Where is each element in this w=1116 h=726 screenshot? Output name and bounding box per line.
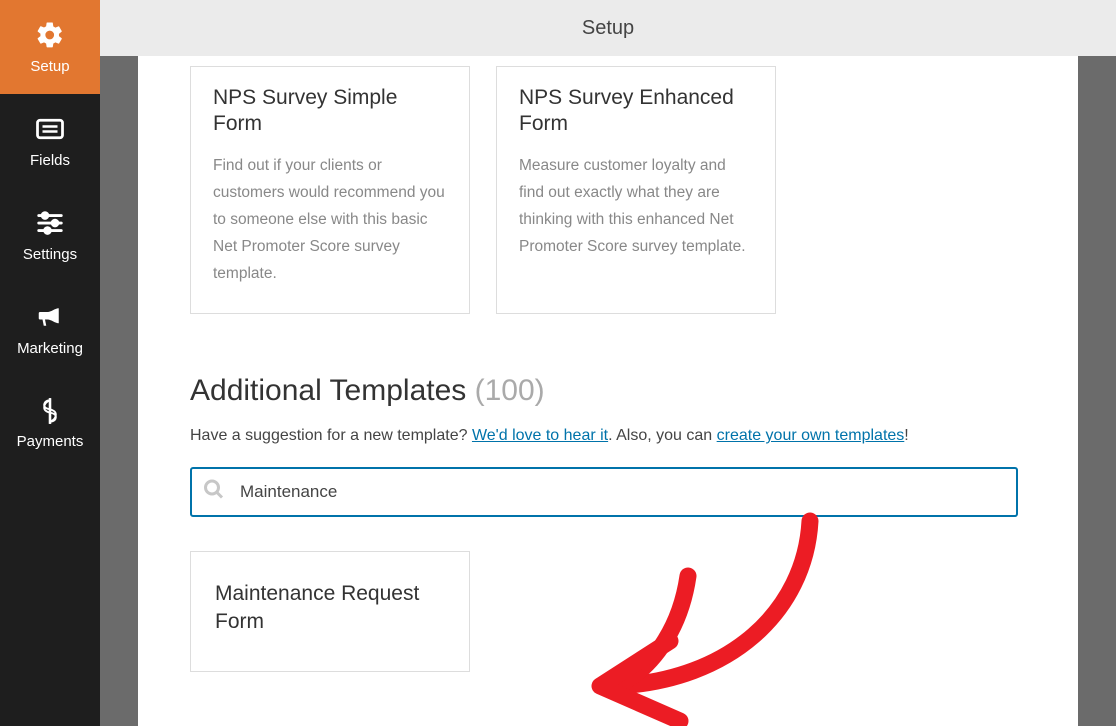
suggestion-text: Have a suggestion for a new template? We… (190, 422, 1018, 449)
sidebar-item-label: Marketing (17, 340, 83, 357)
list-icon (35, 114, 65, 144)
template-card-nps-enhanced[interactable]: NPS Survey Enhanced Form Measure custome… (496, 66, 776, 314)
suggestion-pre: Have a suggestion for a new template? (190, 427, 472, 444)
page-title: Setup (582, 17, 634, 40)
sidebar-item-settings[interactable]: Settings (0, 188, 100, 282)
template-title: NPS Survey Simple Form (213, 85, 447, 138)
template-desc: Find out if your clients or customers wo… (213, 152, 447, 288)
gear-icon (35, 20, 65, 50)
templates-count: (100) (475, 374, 545, 407)
main: Setup NPS Survey Simple Form Find out if… (100, 0, 1116, 726)
content-background: NPS Survey Simple Form Find out if your … (100, 56, 1116, 726)
sidebar-item-label: Setup (30, 58, 69, 75)
sidebar-item-setup[interactable]: Setup (0, 0, 100, 94)
suggestion-mid: . Also, you can (608, 427, 717, 444)
sidebar: Setup Fields Settings Marketing Payments (0, 0, 100, 726)
search-wrap (190, 467, 1018, 517)
heading-text: Additional Templates (190, 374, 475, 407)
sidebar-item-label: Fields (30, 152, 70, 169)
sidebar-item-payments[interactable]: Payments (0, 376, 100, 470)
sliders-icon (35, 208, 65, 238)
dollar-icon (36, 397, 64, 425)
template-title: NPS Survey Enhanced Form (519, 85, 753, 138)
additional-templates-heading: Additional Templates (100) (190, 374, 1018, 408)
bullhorn-icon (35, 302, 65, 332)
template-desc: Measure customer loyalty and find out ex… (519, 152, 753, 261)
create-templates-link[interactable]: create your own templates (717, 427, 905, 444)
template-title: Maintenance Request Form (215, 580, 445, 635)
suggestion-post: ! (904, 427, 908, 444)
template-card-maintenance-request[interactable]: Maintenance Request Form (190, 551, 470, 672)
feedback-link[interactable]: We'd love to hear it (472, 427, 608, 444)
search-icon (202, 478, 226, 507)
top-bar: Setup (100, 0, 1116, 56)
template-row: NPS Survey Simple Form Find out if your … (190, 66, 1018, 314)
sidebar-item-label: Settings (23, 246, 77, 263)
sidebar-item-marketing[interactable]: Marketing (0, 282, 100, 376)
content-panel: NPS Survey Simple Form Find out if your … (138, 56, 1078, 726)
sidebar-item-fields[interactable]: Fields (0, 94, 100, 188)
arrow-annotation-icon (580, 511, 850, 726)
template-card-nps-simple[interactable]: NPS Survey Simple Form Find out if your … (190, 66, 470, 314)
template-search-input[interactable] (190, 467, 1018, 517)
sidebar-item-label: Payments (17, 433, 84, 450)
